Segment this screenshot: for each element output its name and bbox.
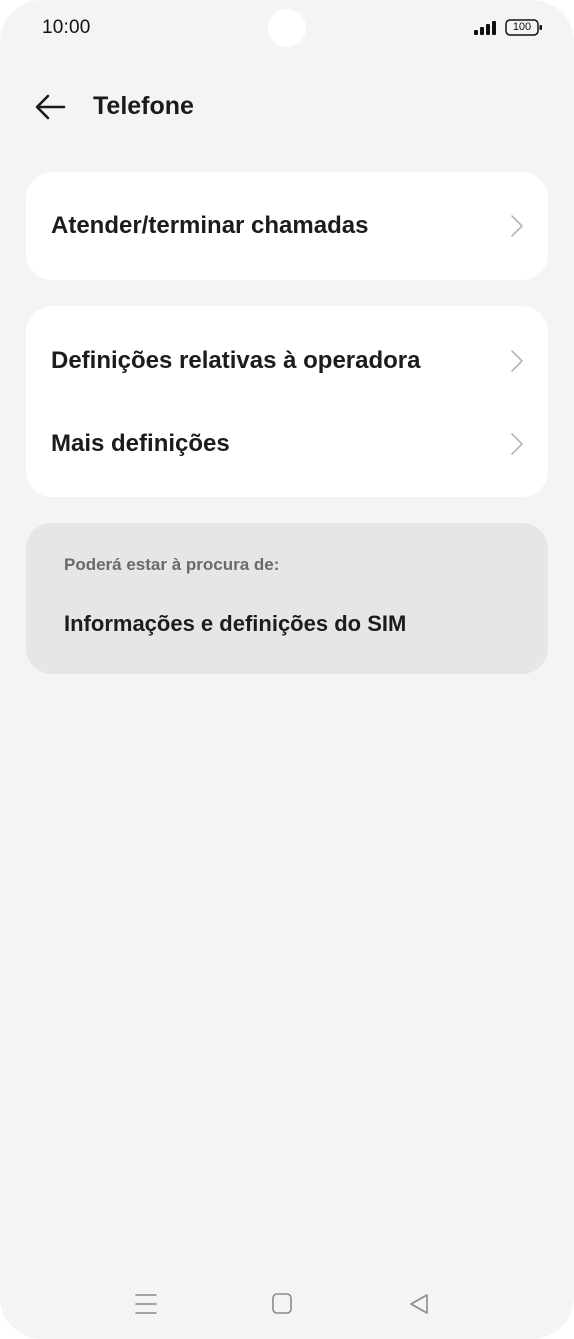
navigation-bar	[0, 1280, 574, 1330]
settings-item-operator-settings[interactable]: Definições relativas à operadora	[26, 320, 548, 402]
menu-button[interactable]	[130, 1290, 162, 1318]
page-title: Telefone	[93, 92, 194, 120]
suggestions-heading: Poderá estar à procura de:	[64, 555, 280, 574]
settings-item-label: Definições relativas à operadora	[51, 347, 421, 374]
back-triangle-icon	[410, 1294, 428, 1314]
suggestions-card: Poderá estar à procura de: Informações e…	[26, 523, 548, 674]
status-time: 10:00	[42, 17, 91, 38]
menu-icon	[135, 1294, 157, 1314]
settings-item-more-settings[interactable]: Mais definições	[26, 403, 548, 485]
chevron-right-icon	[510, 349, 524, 373]
phone-screen: 10:00 100 Telefone Atender/terminar cham…	[0, 0, 574, 1339]
battery-level: 100	[512, 21, 532, 33]
chevron-right-icon	[510, 214, 524, 238]
signal-icon	[474, 21, 496, 35]
chevron-right-icon	[510, 432, 524, 456]
suggestion-link-sim-settings[interactable]: Informações e definições do SIM	[64, 611, 406, 637]
settings-item-label: Atender/terminar chamadas	[51, 212, 369, 239]
home-icon	[272, 1293, 292, 1314]
nav-back-button[interactable]	[403, 1290, 435, 1318]
arrow-left-icon	[35, 94, 66, 120]
back-button[interactable]	[30, 88, 70, 126]
settings-card-operator: Definições relativas à operadora Mais de…	[26, 306, 548, 497]
settings-item-label: Mais definições	[51, 430, 230, 457]
home-button[interactable]	[266, 1290, 298, 1318]
status-bar: 10:00 100	[0, 0, 574, 56]
settings-card-calls: Atender/terminar chamadas	[26, 172, 548, 280]
camera-cutout	[268, 9, 306, 47]
settings-item-answer-end-calls[interactable]: Atender/terminar chamadas	[26, 185, 548, 267]
app-header: Telefone	[0, 78, 574, 136]
